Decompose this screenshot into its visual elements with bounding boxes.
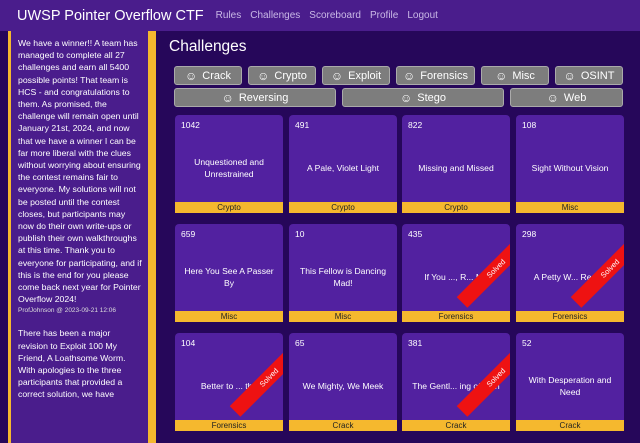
category-button-forensics[interactable]: ☺ Forensics <box>396 66 475 85</box>
challenge-category-label: Crack <box>289 420 397 431</box>
smiley-icon: ☺ <box>257 68 270 83</box>
announcements-sidebar[interactable]: We have a winner!! A team has managed to… <box>8 31 156 443</box>
nav-scoreboard-link[interactable]: Scoreboard <box>309 10 361 21</box>
category-button-crypto[interactable]: ☺ Crypto <box>248 66 316 85</box>
announcements-panel: We have a winner!! A team has managed to… <box>11 31 148 443</box>
challenge-name: A Pale, Violet Light <box>307 163 379 173</box>
category-button-label: Crypto <box>274 69 307 82</box>
category-button-crack[interactable]: ☺ Crack <box>174 66 242 85</box>
challenge-points: 1042 <box>181 120 200 130</box>
challenge-name: This Fellow is Dancing Mad! <box>300 266 386 288</box>
challenge-points: 108 <box>522 120 537 130</box>
challenge-points: 659 <box>181 229 196 239</box>
smiley-icon: ☺ <box>563 68 576 83</box>
announcement-text: We have a winner!! A team has managed to… <box>18 38 142 305</box>
announcement-meta: ProfJohnson @ 2023-09-21 12:06 <box>18 307 117 315</box>
challenge-card[interactable]: 435 If You ..., R... Me Forensics Solved <box>402 224 510 322</box>
category-button-label: Exploit <box>348 69 382 82</box>
category-button-label: OSINT <box>580 69 615 82</box>
challenge-category-label: Crypto <box>175 202 283 213</box>
category-button-osint[interactable]: ☺ OSINT <box>555 66 623 85</box>
challenge-points: 65 <box>295 338 305 348</box>
challenge-card[interactable]: 108 Sight Without Vision Misc <box>516 115 624 213</box>
challenge-name: Sight Without Vision <box>531 163 609 173</box>
nav-challenges-link[interactable]: Challenges <box>250 10 300 21</box>
navbar: UWSP Pointer Overflow CTF Rules Challeng… <box>0 0 640 31</box>
challenge-card[interactable]: 491 A Pale, Violet Light Crypto <box>289 115 397 213</box>
nav-rules-link[interactable]: Rules <box>216 10 242 21</box>
category-button-misc[interactable]: ☺ Misc <box>481 66 549 85</box>
smiley-icon: ☺ <box>399 90 413 105</box>
challenge-category-label: Crypto <box>289 202 397 213</box>
challenge-points: 104 <box>181 338 196 348</box>
smiley-icon: ☺ <box>403 68 416 83</box>
smiley-icon: ☺ <box>185 68 198 83</box>
challenge-name: Here You See A Passer By <box>184 266 274 288</box>
brand-title[interactable]: UWSP Pointer Overflow CTF <box>17 8 204 24</box>
category-button-exploit[interactable]: ☺ Exploit <box>322 66 390 85</box>
category-button-reversing[interactable]: ☺ Reversing <box>174 88 336 107</box>
challenge-category-label: Crack <box>402 420 510 431</box>
page-title: Challenges <box>169 38 247 55</box>
smiley-icon: ☺ <box>330 68 344 83</box>
smiley-icon: ☺ <box>495 68 508 83</box>
category-button-label: Web <box>563 91 587 104</box>
category-button-label: Misc <box>512 69 535 82</box>
challenge-card[interactable]: 104 Better to ... the Forensics Solved <box>175 333 283 431</box>
challenge-category-label: Misc <box>175 311 283 322</box>
challenge-category-label: Crypto <box>402 202 510 213</box>
challenge-card[interactable]: 822 Missing and Missed Crypto <box>402 115 510 213</box>
smiley-icon: ☺ <box>221 90 234 105</box>
challenge-card[interactable]: 65 We Mighty, We Meek Crack <box>289 333 397 431</box>
category-button-stego[interactable]: ☺ Stego <box>342 88 504 107</box>
challenge-name: We Mighty, We Meek <box>302 381 384 391</box>
challenge-card[interactable]: 659 Here You See A Passer By Misc <box>175 224 283 322</box>
challenge-points: 491 <box>295 120 310 130</box>
smiley-icon: ☺ <box>546 90 559 105</box>
nav-profile-link[interactable]: Profile <box>370 10 398 21</box>
challenge-card[interactable]: 10 This Fellow is Dancing Mad! Misc <box>289 224 397 322</box>
challenge-category-label: Misc <box>516 202 624 213</box>
challenge-card[interactable]: 381 The Gentl... ing of ...un Crack Solved <box>402 333 510 431</box>
category-button-label: Stego <box>417 91 446 104</box>
challenge-card[interactable]: 52 With Desperation and Need Crack <box>516 333 624 431</box>
category-button-web[interactable]: ☺ Web <box>510 88 623 107</box>
challenge-name: Missing and Missed <box>418 163 494 173</box>
challenge-card[interactable]: 1042 Unquestioned and Unrestrained Crypto <box>175 115 283 213</box>
challenge-name: With Desperation and Need <box>528 375 612 397</box>
challenge-points: 10 <box>295 229 305 239</box>
nav-logout-link[interactable]: Logout <box>407 10 438 21</box>
challenge-points: 822 <box>408 120 423 130</box>
category-button-label: Reversing <box>238 91 289 104</box>
category-button-label: Crack <box>202 69 231 82</box>
category-button-label: Forensics <box>420 69 468 82</box>
challenge-name: Unquestioned and Unrestrained <box>194 157 264 179</box>
challenge-points: 298 <box>522 229 537 239</box>
challenge-category-label: Forensics <box>175 420 283 431</box>
challenge-points: 381 <box>408 338 423 348</box>
challenge-category-label: Crack <box>516 420 624 431</box>
challenge-points: 435 <box>408 229 423 239</box>
challenge-category-label: Forensics <box>516 311 624 322</box>
announcement-divider <box>18 314 142 327</box>
challenge-category-label: Misc <box>289 311 397 322</box>
challenge-category-label: Forensics <box>402 311 510 322</box>
challenge-card[interactable]: 298 A Petty W... Regret Forensics Solved <box>516 224 624 322</box>
announcement-text: There has been a major revision to Explo… <box>18 328 126 400</box>
challenge-points: 52 <box>522 338 532 348</box>
